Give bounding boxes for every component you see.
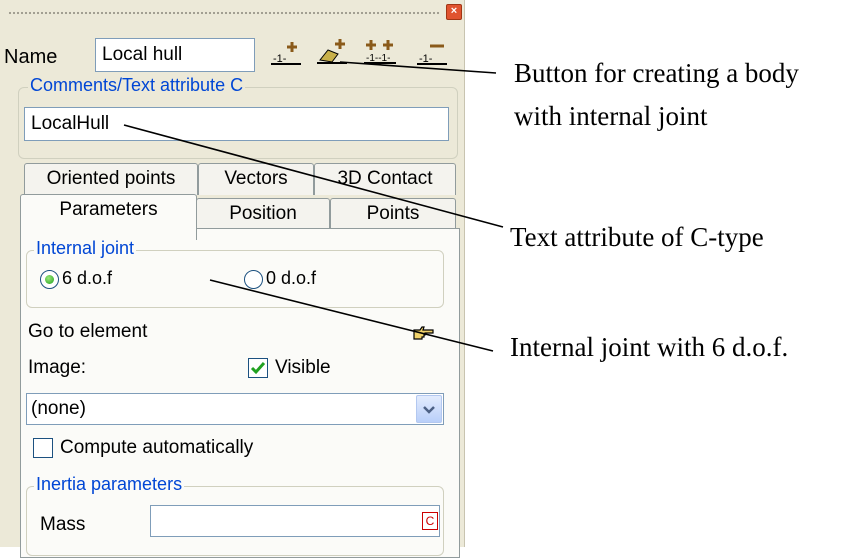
svg-text:-1-: -1-: [273, 53, 287, 65]
image-dropdown-value: (none): [31, 398, 86, 419]
annotation-internal-joint: Internal joint with 6 d.o.f.: [510, 332, 789, 362]
mass-field[interactable]: [150, 505, 440, 537]
visible-checkbox[interactable]: [248, 358, 268, 378]
compute-automatically-checkbox[interactable]: [33, 438, 53, 458]
create-body-internal-joint-icon[interactable]: [314, 36, 350, 66]
image-dropdown[interactable]: (none): [26, 393, 444, 425]
chevron-down-icon: [423, 406, 435, 414]
pointing-hand-icon[interactable]: [412, 324, 436, 342]
internal-joint-legend: Internal joint: [34, 238, 137, 259]
inertia-legend: Inertia parameters: [34, 474, 185, 495]
check-icon: [250, 362, 266, 375]
dropdown-button[interactable]: [416, 395, 442, 423]
c-type-badge: C: [422, 512, 438, 530]
image-label: Image:: [28, 357, 87, 378]
visible-label: Visible: [275, 357, 331, 378]
radio-6-dof-label: 6 d.o.f: [62, 268, 113, 288]
svg-text:-1-: -1-: [419, 53, 433, 65]
tab-vectors[interactable]: Vectors: [198, 163, 314, 195]
comments-field[interactable]: LocalHull: [24, 107, 449, 141]
create-pair-icon[interactable]: -1--1-: [362, 36, 398, 66]
panel-grip[interactable]: [8, 11, 440, 15]
tab-3d-contact[interactable]: 3D Contact: [314, 163, 456, 195]
name-label: Name: [4, 46, 58, 68]
name-field[interactable]: Local hull: [95, 38, 255, 72]
tab-position[interactable]: Position: [196, 198, 330, 228]
tab-points[interactable]: Points: [330, 198, 456, 228]
radio-6-dof[interactable]: [40, 270, 59, 289]
radio-0-dof-label: 0 d.o.f: [266, 268, 317, 288]
svg-text:-1--1-: -1--1-: [366, 53, 390, 64]
tab-oriented-points[interactable]: Oriented points: [24, 163, 198, 195]
annotation-button-line2: with internal joint: [514, 101, 708, 131]
remove-body-icon[interactable]: -1-: [414, 38, 450, 68]
annotation-text-attribute: Text attribute of C-type: [510, 222, 764, 252]
properties-panel: × Name Local hull -1- -1--1- -1- Comment…: [0, 0, 465, 558]
create-body-icon[interactable]: -1-: [268, 38, 304, 68]
goto-element-label: Go to element: [28, 321, 148, 342]
annotation-button-line1: Button for creating a body: [514, 58, 799, 88]
compute-automatically-label: Compute automatically: [60, 437, 254, 458]
mass-label: Mass: [40, 514, 86, 535]
close-icon[interactable]: ×: [446, 4, 462, 20]
radio-0-dof[interactable]: [244, 270, 263, 289]
comments-legend: Comments/Text attribute C: [28, 75, 246, 96]
tab-parameters[interactable]: Parameters: [20, 194, 197, 240]
